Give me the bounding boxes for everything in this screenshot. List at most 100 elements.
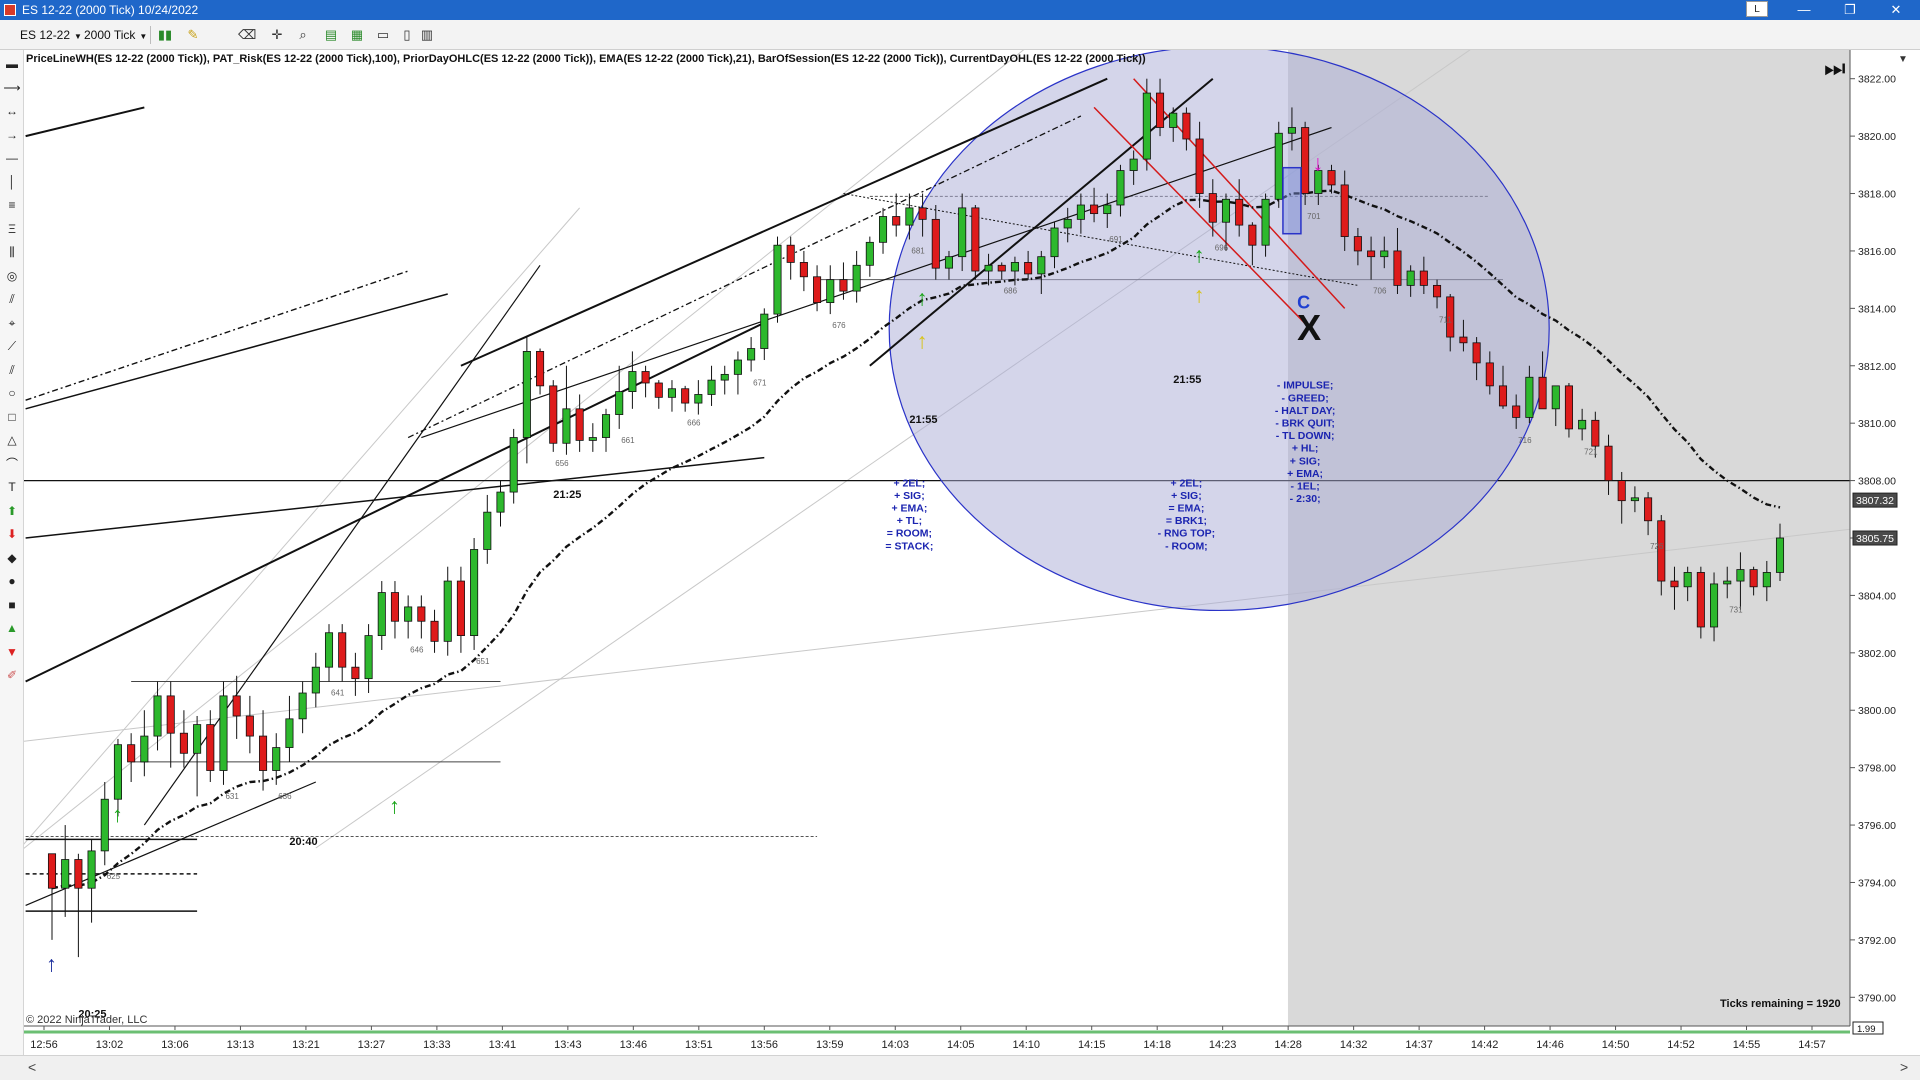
candle[interactable]	[984, 264, 993, 272]
candle[interactable]	[654, 382, 663, 398]
bar-type-icon[interactable]: ▮▮	[156, 26, 174, 44]
candle[interactable]	[1156, 92, 1165, 128]
candle[interactable]	[140, 735, 149, 763]
candle[interactable]	[1367, 250, 1376, 258]
triangle-down-icon[interactable]: ▼	[2, 642, 22, 662]
candle[interactable]	[1551, 385, 1560, 410]
ray-icon[interactable]: ⟶	[2, 78, 22, 98]
candle[interactable]	[1248, 224, 1257, 246]
candle[interactable]	[232, 695, 241, 717]
candle[interactable]	[536, 351, 545, 387]
candle[interactable]	[1683, 572, 1692, 588]
candle[interactable]	[1736, 569, 1745, 582]
candle[interactable]	[61, 859, 70, 889]
candle[interactable]	[826, 279, 835, 304]
candle[interactable]	[1261, 198, 1270, 246]
candle[interactable]	[1617, 480, 1626, 502]
candle[interactable]	[377, 592, 386, 637]
candle[interactable]	[1525, 376, 1534, 418]
candle[interactable]	[694, 394, 703, 404]
price-chart[interactable]: 625 631 636 641 646 651 656 661 666 671 676 681 686 6…	[0, 26, 1920, 1055]
candle[interactable]	[1037, 256, 1046, 275]
triangle-icon[interactable]: △	[2, 430, 22, 450]
candle[interactable]	[1050, 227, 1059, 258]
chart-style-icon[interactable]: ▦	[348, 26, 366, 44]
candle[interactable]	[153, 695, 162, 737]
restore-button[interactable]: ❐	[1830, 0, 1870, 20]
candle[interactable]	[1710, 583, 1719, 628]
candle[interactable]	[1578, 419, 1587, 430]
candle[interactable]	[1301, 127, 1310, 194]
candle[interactable]	[641, 371, 650, 384]
square-icon[interactable]: ■	[2, 595, 22, 615]
candle[interactable]	[1459, 336, 1468, 344]
candle[interactable]	[390, 592, 399, 622]
candle[interactable]	[681, 388, 690, 404]
candle[interactable]	[1235, 198, 1244, 226]
andrews-pitchfork-icon[interactable]: ⫼	[2, 242, 22, 262]
candle[interactable]	[206, 724, 215, 771]
candle[interactable]	[1393, 250, 1402, 286]
candle[interactable]	[1419, 270, 1428, 286]
candle[interactable]	[1208, 193, 1217, 223]
properties-icon[interactable]: ▭	[374, 26, 392, 44]
candle[interactable]	[628, 371, 637, 393]
candle[interactable]	[47, 853, 57, 889]
arrow-line-icon[interactable]: →	[2, 125, 22, 145]
candle[interactable]	[522, 351, 531, 438]
minimize-button[interactable]: —	[1784, 0, 1824, 20]
candle[interactable]	[1142, 92, 1151, 160]
candle[interactable]	[338, 632, 347, 668]
candle[interactable]	[971, 207, 980, 272]
arrow-up-icon[interactable]: ⬆	[2, 501, 22, 521]
dot-icon[interactable]: ●	[2, 571, 22, 591]
risk-reward-icon[interactable]: ⌖	[2, 313, 22, 333]
candle[interactable]	[1604, 445, 1613, 481]
parallel-lines-icon[interactable]: ⫽	[2, 360, 22, 380]
chart-panel[interactable]: 625 631 636 641 646 651 656 661 666 671 676 681 686 6…	[0, 26, 1920, 1055]
candle[interactable]	[1103, 204, 1112, 215]
candle[interactable]	[813, 276, 822, 304]
candle[interactable]	[892, 216, 901, 226]
strategy-icon[interactable]: ▯	[398, 26, 416, 44]
candle[interactable]	[562, 408, 571, 444]
triangle-up-icon[interactable]: ▲	[2, 618, 22, 638]
candle[interactable]	[1472, 342, 1481, 364]
candle[interactable]	[166, 695, 175, 734]
fibonacci-icon[interactable]: ≡	[2, 195, 22, 215]
candle[interactable]	[958, 207, 967, 258]
candle[interactable]	[113, 744, 122, 800]
candle[interactable]	[1670, 580, 1679, 588]
candle[interactable]	[1010, 262, 1019, 272]
candle[interactable]	[219, 695, 228, 771]
candle[interactable]	[549, 385, 558, 444]
close-button[interactable]: ✕	[1876, 0, 1916, 20]
eraser-icon[interactable]: ⌫	[238, 26, 256, 44]
candle[interactable]	[760, 313, 769, 349]
text-icon[interactable]: T	[2, 477, 22, 497]
horizontal-line-icon[interactable]: —	[2, 148, 22, 168]
crosshair-icon[interactable]: ✛	[268, 26, 286, 44]
candle[interactable]	[324, 632, 334, 668]
signal-bar-box[interactable]	[1282, 166, 1302, 235]
template-icon[interactable]: ▥	[418, 26, 436, 44]
candle[interactable]	[905, 207, 914, 226]
candle[interactable]	[575, 408, 584, 441]
candle[interactable]	[430, 620, 439, 642]
extended-line-icon[interactable]: ↔	[2, 101, 22, 121]
candle[interactable]	[364, 635, 373, 680]
candle[interactable]	[1433, 284, 1442, 298]
candle[interactable]	[588, 437, 597, 441]
candle[interactable]	[1564, 385, 1573, 430]
candle[interactable]	[615, 391, 624, 415]
candle[interactable]	[311, 666, 320, 694]
candle[interactable]	[1287, 127, 1296, 134]
candle[interactable]	[1630, 497, 1639, 502]
candle[interactable]	[1024, 262, 1033, 275]
candle[interactable]	[997, 264, 1006, 272]
regression-channel-icon[interactable]: ⫽	[2, 289, 22, 309]
fib-extension-icon[interactable]: Ξ	[2, 219, 22, 239]
data-box-icon[interactable]: ▤	[322, 26, 340, 44]
candle[interactable]	[707, 379, 716, 395]
candle[interactable]	[496, 491, 505, 513]
